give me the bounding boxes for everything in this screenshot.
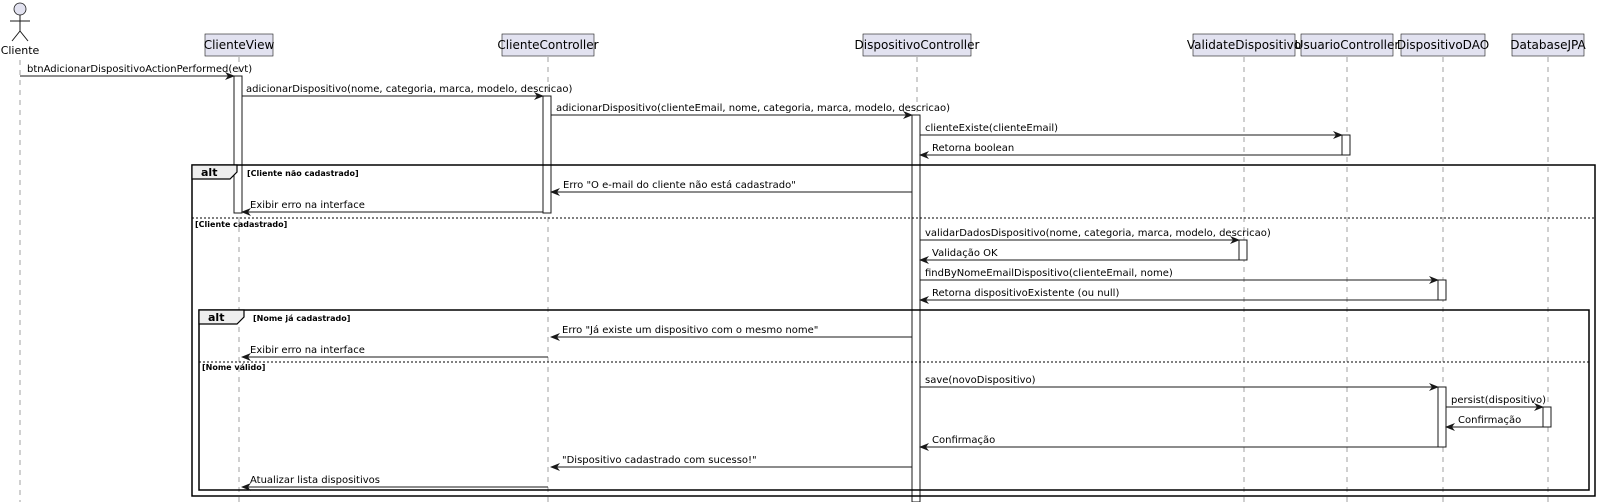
message: validarDadosDispositivo(nome, categoria,… (920, 228, 1271, 244)
alt-guard-2: [Nome válido] (202, 363, 265, 372)
participant-validatedispositivo: ValidateDispositivo (1187, 33, 1301, 57)
message: clienteExiste(clienteEmail) (920, 123, 1343, 139)
alt-guard-1: [Cliente não cadastrado] (247, 169, 359, 178)
message: "Dispositivo cadastrado com sucesso!" (550, 455, 912, 471)
message-label: Erro "O e-mail do cliente não está cadas… (563, 179, 796, 191)
alt-fragment-cliente: alt [Cliente não cadastrado] [Cliente ca… (191, 164, 1596, 497)
message-label: save(novoDispositivo) (925, 375, 1036, 386)
message: Exibir erro na interface (241, 200, 543, 216)
message-label: Validação OK (932, 248, 998, 259)
message: Retorna dispositivoExistente (ou null) (919, 288, 1438, 304)
message-label: Atualizar lista dispositivos (250, 475, 380, 486)
participant-databasejpa: DatabaseJPA (1510, 33, 1587, 57)
alt-keyword: alt (208, 311, 224, 324)
message-label: clienteExiste(clienteEmail) (925, 123, 1058, 134)
participant-label: ClienteView (204, 38, 275, 52)
message: Confirmação (919, 435, 1438, 451)
activation-clientecontroller (542, 95, 552, 214)
actor-head-icon (13, 2, 27, 16)
message: Erro "Já existe um dispositivo com o mes… (550, 324, 912, 341)
message-label: "Dispositivo cadastrado com sucesso!" (562, 455, 757, 466)
participant-label: ClienteController (497, 38, 598, 52)
message-label: Retorna dispositivoExistente (ou null) (932, 288, 1119, 299)
message-label: adicionarDispositivo(clienteEmail, nome,… (556, 103, 950, 114)
message: adicionarDispositivo(clienteEmail, nome,… (551, 103, 950, 119)
message: adicionarDispositivo(nome, categoria, ma… (242, 84, 572, 100)
message-label: validarDadosDispositivo(nome, categoria,… (925, 228, 1271, 239)
alt-keyword: alt (201, 166, 217, 179)
participant-label: DatabaseJPA (1510, 38, 1586, 52)
activation-usuariocontroller (1341, 134, 1351, 156)
alt-guard-2: [Cliente cadastrado] (195, 220, 287, 229)
activation-databasejpa (1542, 406, 1552, 428)
message-label: Exibir erro na interface (250, 200, 365, 211)
activation-dispositivodao-find (1437, 279, 1447, 301)
alt-frame (191, 164, 1596, 497)
message-label: Erro "Já existe um dispositivo com o mes… (562, 324, 818, 336)
message: save(novoDispositivo) (920, 375, 1439, 391)
message: Atualizar lista dispositivos (241, 475, 548, 491)
message-label: Retorna boolean (932, 143, 1014, 154)
actor-leg-left-icon (11, 30, 21, 42)
activation-validatedispositivo (1238, 239, 1248, 261)
actor-leg-right-icon (19, 30, 29, 42)
activation-dispositivocontroller (911, 114, 921, 502)
participant-dispositivodao: DispositivoDAO (1397, 33, 1489, 57)
participant-usuariocontroller: UsuarioController (1295, 33, 1400, 57)
alt-guard-1: [Nome já cadastrado] (253, 314, 350, 323)
participant-dispositivocontroller: DispositivoController (855, 33, 980, 57)
sequence-diagram: Cliente ClienteView ClienteController Di… (1, 2, 1596, 502)
participant-label: ValidateDispositivo (1187, 38, 1301, 52)
message-label: findByNomeEmailDispositivo(clienteEmail,… (925, 268, 1173, 279)
participant-clientecontroller: ClienteController (497, 33, 599, 57)
activation-dispositivodao-save (1437, 386, 1447, 448)
message-label: persist(dispositivo) (1451, 395, 1546, 406)
actor-cliente: Cliente (1, 2, 40, 57)
activation-clienteview (233, 75, 243, 214)
participant-label: UsuarioController (1295, 38, 1400, 52)
participant-clienteview: ClienteView (204, 33, 275, 57)
message: Erro "O e-mail do cliente não está cadas… (550, 179, 912, 196)
message: Exibir erro na interface (241, 345, 548, 361)
message: Confirmação (1445, 415, 1543, 431)
message-label: adicionarDispositivo(nome, categoria, ma… (246, 84, 572, 95)
participant-label: DispositivoController (855, 38, 980, 52)
message: Validação OK (919, 248, 1239, 264)
participant-label: DispositivoDAO (1397, 38, 1489, 52)
message-label: Confirmação (1458, 415, 1521, 426)
message-label: btnAdicionarDispositivoActionPerformed(e… (27, 64, 252, 75)
message: persist(dispositivo) (1446, 395, 1546, 411)
actor-name: Cliente (1, 44, 40, 57)
message-label: Exibir erro na interface (250, 345, 365, 356)
message: Retorna boolean (919, 143, 1342, 159)
message: btnAdicionarDispositivoActionPerformed(e… (20, 64, 252, 80)
message-label: Confirmação (932, 435, 995, 446)
message: findByNomeEmailDispositivo(clienteEmail,… (920, 268, 1439, 284)
